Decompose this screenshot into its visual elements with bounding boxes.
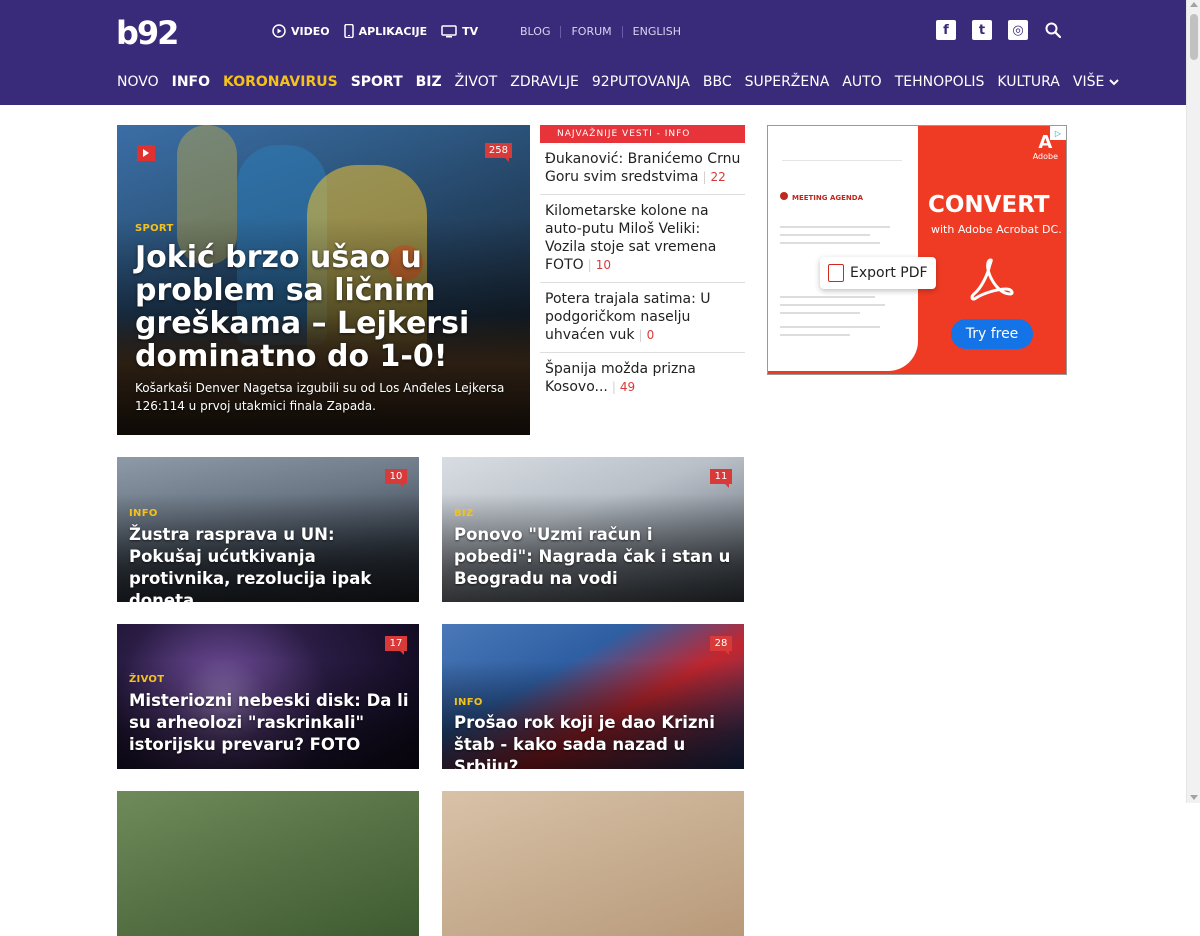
facebook-icon[interactable]: f <box>936 20 956 40</box>
instagram-icon[interactable]: ◎ <box>1008 20 1028 40</box>
comment-count-badge[interactable]: 10 <box>385 469 407 488</box>
site-header: b92 VIDEO APLIKACIJE TV BLOG FORUM ENGLI… <box>0 0 1186 105</box>
article-title[interactable]: Misteriozni nebeski disk: Da li su arheo… <box>129 690 411 756</box>
nav-item-vise[interactable]: VIŠE <box>1073 74 1120 90</box>
article-category[interactable]: ŽIVOT <box>129 674 164 685</box>
list-item[interactable]: Kilometarske kolone na auto-putu Miloš V… <box>540 195 745 283</box>
comment-count: 22 <box>702 170 725 184</box>
article-card[interactable]: 10 INFO Žustra rasprava u UN: Pokušaj uć… <box>117 457 419 602</box>
pdf-icon <box>828 264 844 282</box>
search-icon[interactable] <box>1044 21 1062 39</box>
top-links: VIDEO APLIKACIJE TV <box>272 24 478 38</box>
nav-item-koronavirus[interactable]: KORONAVIRUS <box>223 74 338 90</box>
twitter-icon[interactable]: t <box>972 20 992 40</box>
social-links: f t ◎ <box>936 20 1062 40</box>
scroll-up-icon[interactable] <box>1190 2 1198 7</box>
article-title[interactable]: Ponovo "Uzmi račun i pobedi": Nagrada ča… <box>454 524 736 590</box>
top-news-list: NAJVAŽNIJE VESTI - INFO Đukanović: Brani… <box>540 125 745 404</box>
nav-item-novo[interactable]: NOVO <box>117 74 159 90</box>
acrobat-icon <box>970 258 1014 301</box>
tv-link[interactable]: TV <box>441 24 478 38</box>
scroll-down-icon[interactable] <box>1190 795 1198 800</box>
article-category[interactable]: SPORT <box>135 223 174 234</box>
divider <box>560 25 562 38</box>
secondary-links: BLOG FORUM ENGLISH <box>520 25 681 38</box>
article-title[interactable]: Prošao rok koji je dao Krizni štab - kak… <box>454 712 736 769</box>
nav-item-tehnopolis[interactable]: TEHNOPOLIS <box>895 74 985 90</box>
forum-link[interactable]: FORUM <box>571 25 611 38</box>
ad-subline: with Adobe Acrobat DC. <box>931 223 1062 236</box>
comment-count: 0 <box>639 328 655 342</box>
nav-item-auto[interactable]: AUTO <box>842 74 881 90</box>
export-pdf-chip: Export PDF <box>820 257 936 289</box>
ad-choices-icon[interactable]: ▷ <box>1050 126 1066 140</box>
blog-link[interactable]: BLOG <box>520 25 550 38</box>
article-card[interactable]: 17 ŽIVOT Misteriozni nebeski disk: Da li… <box>117 624 419 769</box>
adobe-ad-banner[interactable]: MEETING AGENDA Export PDF A Adobe CONVER… <box>767 125 1067 375</box>
nav-item-bbc[interactable]: BBC <box>703 74 732 90</box>
comment-count-badge[interactable]: 11 <box>710 469 732 488</box>
article-image <box>442 791 744 936</box>
ad-doc-title: MEETING AGENDA <box>792 194 863 202</box>
nav-item-92putovanja[interactable]: 92PUTOVANJA <box>592 74 690 90</box>
comment-count-badge[interactable]: 258 <box>484 143 512 162</box>
scrollbar-thumb[interactable] <box>1190 14 1198 60</box>
article-card[interactable] <box>117 791 419 936</box>
play-circle-icon <box>272 24 286 38</box>
article-image <box>117 791 419 936</box>
comment-count-badge[interactable]: 17 <box>385 636 407 655</box>
hero-article[interactable]: 258 SPORT Jokić brzo ušao u problem sa l… <box>117 125 530 435</box>
article-category[interactable]: BIZ <box>454 508 474 519</box>
video-play-icon[interactable] <box>137 145 155 161</box>
list-item[interactable]: Đukanović: Branićemo Crnu Goru svim sred… <box>540 143 745 195</box>
article-card[interactable]: 28 INFO Prošao rok koji je dao Krizni št… <box>442 624 744 769</box>
page-scrollbar[interactable] <box>1186 0 1200 803</box>
list-item[interactable]: Španija možda prizna Kosovo...49 <box>540 353 745 404</box>
divider <box>621 25 623 38</box>
article-card[interactable] <box>442 791 744 936</box>
video-link[interactable]: VIDEO <box>272 24 330 38</box>
nav-item-info[interactable]: INFO <box>172 74 210 90</box>
hero-title[interactable]: Jokić brzo ušao u problem sa ličnim greš… <box>135 241 515 373</box>
hero-lead: Košarkaši Denver Nagetsa izgubili su od … <box>135 381 505 413</box>
english-link[interactable]: ENGLISH <box>633 25 681 38</box>
nav-item-superzena[interactable]: SUPERŽENA <box>745 74 830 90</box>
nav-item-kultura[interactable]: KULTURA <box>997 74 1059 90</box>
article-category[interactable]: INFO <box>454 697 483 708</box>
ad-document-illustration: MEETING AGENDA <box>768 126 918 371</box>
chevron-down-icon <box>1109 78 1120 85</box>
nav-item-sport[interactable]: SPORT <box>351 74 403 90</box>
nav-item-zivot[interactable]: ŽIVOT <box>455 74 498 90</box>
ad-headline: CONVERT <box>928 192 1050 218</box>
comment-count-badge[interactable]: 28 <box>710 636 732 655</box>
main-nav: NOVO INFO KORONAVIRUS SPORT BIZ ŽIVOT ZD… <box>117 74 1120 90</box>
tv-icon <box>441 24 457 37</box>
phone-icon <box>343 24 354 38</box>
article-card[interactable]: 11 BIZ Ponovo "Uzmi račun i pobedi": Nag… <box>442 457 744 602</box>
nav-item-zdravlje[interactable]: ZDRAVLJE <box>510 74 579 90</box>
nav-item-biz[interactable]: BIZ <box>416 74 442 90</box>
try-free-button[interactable]: Try free <box>951 319 1033 349</box>
list-item[interactable]: Potera trajala satima: U podgoričkom nas… <box>540 283 745 353</box>
article-category[interactable]: INFO <box>129 508 158 519</box>
site-logo[interactable]: b92 <box>116 14 179 52</box>
comment-count: 10 <box>588 258 611 272</box>
comment-count: 49 <box>612 380 635 394</box>
apps-link[interactable]: APLIKACIJE <box>343 24 427 38</box>
article-title[interactable]: Žustra rasprava u UN: Pokušaj ućutkivanj… <box>129 524 411 602</box>
top-news-heading[interactable]: NAJVAŽNIJE VESTI - INFO <box>540 125 745 143</box>
